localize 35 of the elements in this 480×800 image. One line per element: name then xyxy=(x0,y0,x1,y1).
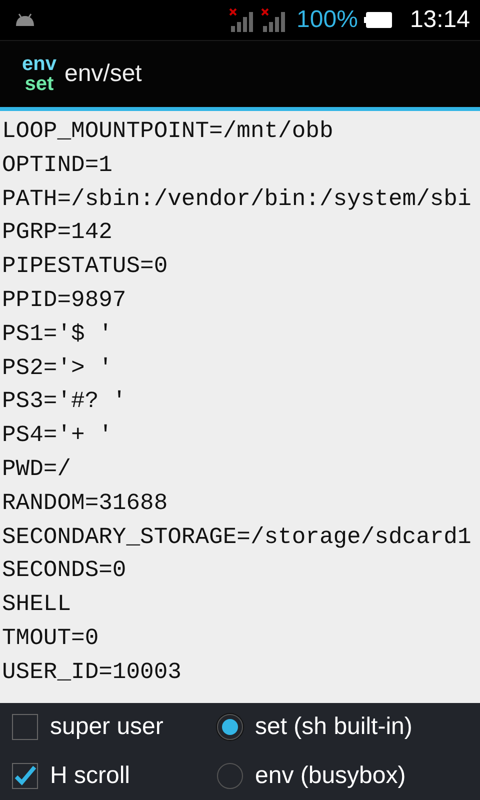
variable-line: PIPESTATUS=0 xyxy=(1,252,169,282)
variable-line: PS3='#? ' xyxy=(1,387,128,416)
checkbox-option[interactable]: super user xyxy=(12,713,217,742)
variable-line: PGRP=142 xyxy=(1,218,114,248)
variable-line: SECONDS=0 xyxy=(1,556,128,586)
variable-line: OPTIND=1 xyxy=(1,150,114,180)
radio-option[interactable]: env (busybox) xyxy=(217,762,480,790)
variable-line: SECONDARY_STORAGE=/storage/sdcard1 xyxy=(1,522,472,552)
variable-line: RANDOM=31688 xyxy=(1,488,169,518)
checkbox-label: super user xyxy=(50,713,164,742)
checkbox-label: H scroll xyxy=(50,762,130,790)
radio-button[interactable] xyxy=(217,762,243,789)
app-logo: env set xyxy=(22,54,56,94)
app-title: env/set xyxy=(64,60,142,88)
battery-icon xyxy=(364,11,394,29)
checkbox[interactable] xyxy=(12,714,38,740)
checkbox[interactable] xyxy=(12,762,38,789)
radio-label: set (sh built-in) xyxy=(255,713,412,742)
variable-line: TMOUT=0 xyxy=(1,624,100,653)
variable-line: USER_ID=10003 xyxy=(1,658,182,687)
variable-line: PS4='+ ' xyxy=(1,421,114,450)
battery-percent: 100% xyxy=(296,6,358,34)
variable-line: PWD=/ xyxy=(1,454,72,484)
variable-line: PS2='> ' xyxy=(1,354,114,383)
variable-line: PPID=9897 xyxy=(1,286,128,315)
variable-line: LOOP_MOUNTPOINT=/mnt/obb xyxy=(1,117,334,146)
radio-button[interactable] xyxy=(217,714,243,740)
checkbox-option[interactable]: H scroll xyxy=(12,762,217,790)
variable-line: PS1='$ ' xyxy=(1,320,114,349)
android-icon xyxy=(14,13,36,27)
radio-option[interactable]: set (sh built-in) xyxy=(217,713,480,742)
variable-line: PATH=/sbin:/vendor/bin:/system/sbi xyxy=(1,184,472,214)
variable-line: SHELL xyxy=(1,590,72,620)
clock: 13:14 xyxy=(410,6,470,34)
radio-label: env (busybox) xyxy=(255,762,406,790)
